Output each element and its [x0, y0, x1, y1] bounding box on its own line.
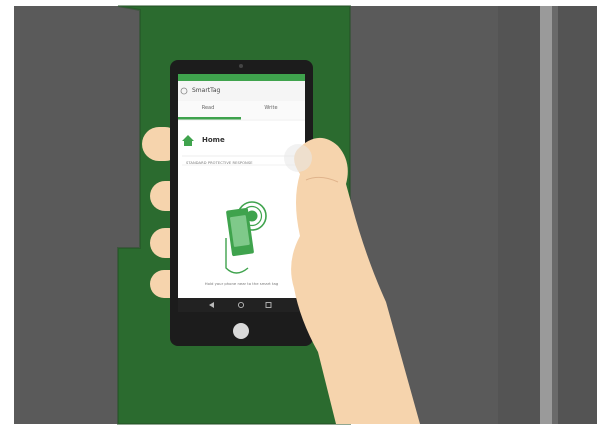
hint-text: Hold your phone near to the smart tag [204, 281, 279, 286]
app-title: SmartTag [192, 87, 221, 94]
app-screen: SmartTag Read Write Home STANDARD PROTEC… [178, 74, 305, 298]
nav-bar [178, 298, 305, 312]
section-label: STANDARD PROTECTIVE RESPONSE [186, 161, 253, 165]
home-label: Home [202, 136, 225, 144]
phone-home-button[interactable] [233, 323, 249, 339]
tab-read[interactable]: Read [178, 105, 238, 111]
tab-write[interactable]: Write [241, 105, 301, 111]
